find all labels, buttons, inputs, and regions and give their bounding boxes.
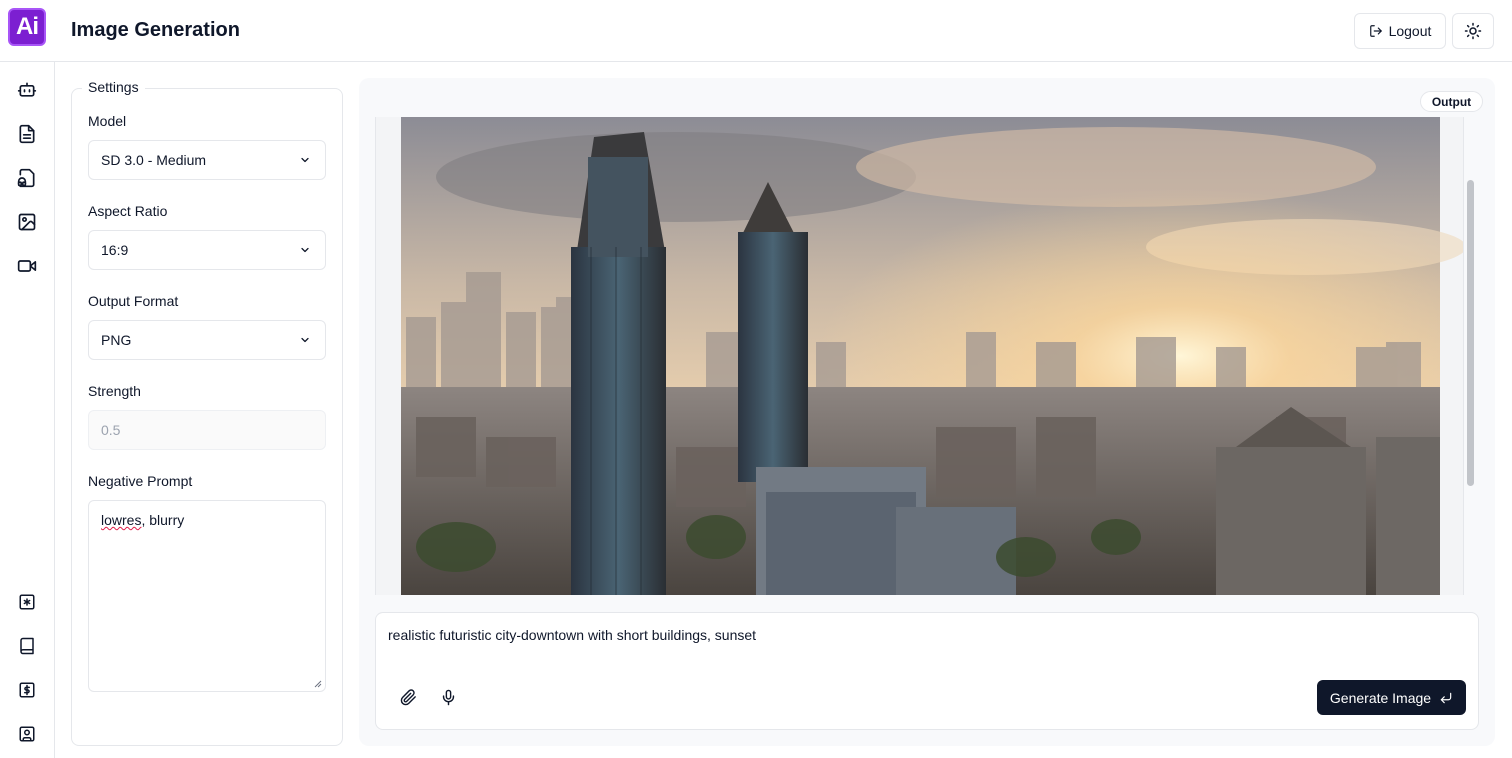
logout-label: Logout [1388, 23, 1432, 39]
asterisk-icon [19, 594, 35, 610]
video-icon [17, 260, 37, 272]
output-image-frame [375, 117, 1464, 595]
paperclip-icon [400, 688, 416, 705]
strength-placeholder: 0.5 [101, 422, 121, 438]
document-icon [19, 124, 35, 144]
sidebar-item-asterisk[interactable] [17, 592, 37, 612]
theme-toggle-button[interactable] [1452, 13, 1494, 49]
generate-image-label: Generate Image [1329, 689, 1432, 706]
prompt-text[interactable]: realistic futuristic city-downtown with … [388, 627, 756, 643]
strength-input[interactable]: 0.5 [88, 410, 326, 450]
image-icon [18, 213, 36, 231]
top-header: Ai Image Generation Logout [0, 0, 1512, 62]
logout-icon [1369, 25, 1382, 37]
sidebar-item-chatbot[interactable] [17, 80, 37, 100]
microphone-button[interactable] [438, 687, 458, 707]
attach-button[interactable] [398, 687, 418, 707]
contact-icon [19, 726, 35, 742]
settings-legend: Settings [82, 79, 145, 95]
page-title: Image Generation [71, 19, 240, 41]
sidebar-item-audio[interactable] [17, 168, 37, 188]
chevron-down-icon [301, 337, 309, 343]
enter-icon [1440, 692, 1452, 703]
model-label: Model [88, 113, 127, 129]
negative-prompt-textarea[interactable]: lowres, blurry [88, 500, 326, 692]
app-logo[interactable]: Ai [8, 8, 46, 46]
sidebar-item-image[interactable] [17, 212, 37, 232]
negative-prompt-text-misspelled: lowres [101, 512, 142, 528]
aspect-ratio-select[interactable]: 16:9 [88, 230, 326, 270]
audio-file-icon [17, 168, 35, 188]
generate-image-button[interactable]: Generate Image [1317, 680, 1466, 715]
aspect-ratio-label: Aspect Ratio [88, 203, 168, 219]
sidebar-item-video[interactable] [17, 256, 37, 276]
microphone-icon [442, 689, 454, 705]
output-format-label: Output Format [88, 293, 179, 309]
dollar-icon [19, 682, 35, 698]
sidebar-item-documents[interactable] [17, 124, 37, 144]
sidebar-item-docs[interactable] [17, 636, 37, 656]
output-badge: Output [1420, 91, 1483, 112]
sun-icon [1464, 22, 1482, 40]
logout-button[interactable]: Logout [1354, 13, 1446, 49]
generated-image[interactable] [376, 117, 1464, 595]
model-select[interactable]: SD 3.0 - Medium [88, 140, 326, 180]
output-format-select[interactable]: PNG [88, 320, 326, 360]
book-icon [20, 637, 34, 655]
bot-icon [17, 82, 37, 97]
model-value: SD 3.0 - Medium [101, 152, 207, 168]
resize-grip-icon[interactable] [314, 680, 322, 688]
chevron-down-icon [301, 157, 309, 163]
chevron-down-icon [301, 247, 309, 253]
sidebar-item-contact[interactable] [17, 724, 37, 744]
strength-label: Strength [88, 383, 141, 399]
sidebar-item-billing[interactable] [17, 680, 37, 700]
output-scrollbar[interactable] [1467, 180, 1474, 486]
negative-prompt-label: Negative Prompt [88, 473, 193, 489]
output-format-value: PNG [101, 332, 132, 348]
aspect-ratio-value: 16:9 [101, 242, 129, 258]
sidebar-rail [0, 62, 55, 758]
negative-prompt-text: , blurry [141, 512, 185, 528]
